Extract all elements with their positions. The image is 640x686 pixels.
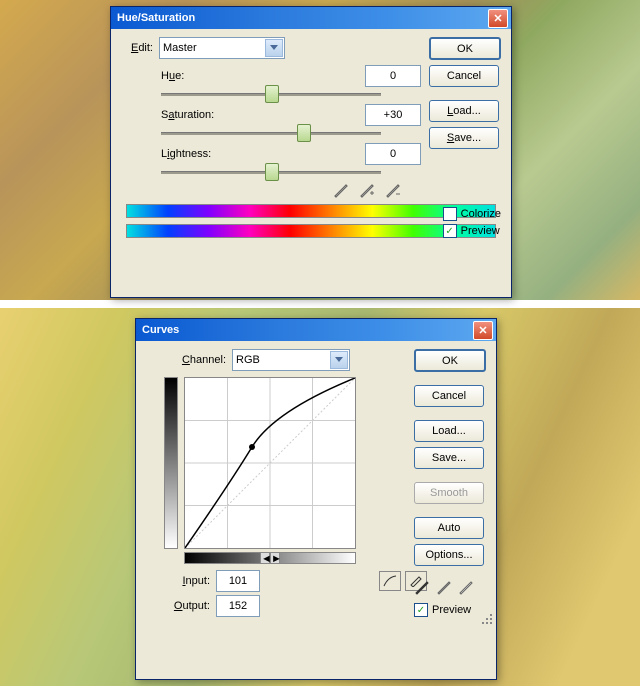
edit-select[interactable]: Master (159, 37, 285, 59)
curve-mode-icon[interactable] (379, 571, 401, 591)
curve-graph[interactable] (184, 377, 356, 549)
load-button[interactable]: Load... (429, 100, 499, 122)
eyedropper-minus-icon[interactable] (385, 182, 401, 198)
dialog-title: Curves (142, 324, 473, 336)
titlebar[interactable]: Curves ✕ (136, 319, 496, 341)
cancel-button[interactable]: Cancel (429, 65, 499, 87)
eyedropper-plus-icon[interactable] (359, 182, 375, 198)
options-button[interactable]: Options... (414, 544, 484, 566)
smooth-button: Smooth (414, 482, 484, 504)
dialog-title: Hue/Saturation (117, 12, 488, 24)
slider-thumb[interactable] (265, 85, 279, 103)
preview-checkbox[interactable]: ✓ Preview (443, 224, 501, 238)
hue-slider[interactable] (161, 93, 381, 96)
input-value[interactable] (216, 570, 260, 592)
saturation-input[interactable] (365, 104, 421, 126)
lightness-input[interactable] (365, 143, 421, 165)
colorize-label: Colorize (461, 208, 501, 220)
curves-dialog: Curves ✕ OK Cancel Load... Save... Smoot… (135, 318, 497, 680)
load-button[interactable]: Load... (414, 420, 484, 442)
slider-thumb[interactable] (265, 163, 279, 181)
hue-label: Hue: (161, 70, 237, 82)
hue-spectrum-result (126, 224, 496, 238)
midpoint-handles[interactable]: ◄► (260, 552, 280, 564)
close-icon[interactable]: ✕ (488, 9, 508, 28)
colorize-checkbox[interactable]: Colorize (443, 207, 501, 221)
checkbox-icon: ✓ (414, 603, 428, 617)
slider-thumb[interactable] (297, 124, 311, 142)
hue-saturation-dialog: Hue/Saturation ✕ OK Cancel Load... Save.… (110, 6, 512, 298)
eyedropper-black-icon[interactable] (414, 579, 430, 595)
resize-grip-icon[interactable] (480, 612, 494, 626)
checkbox-icon (443, 207, 457, 221)
lightness-slider[interactable] (161, 171, 381, 174)
chevron-down-icon[interactable] (265, 39, 283, 57)
input-gradient: ◄► (184, 552, 356, 564)
close-icon[interactable]: ✕ (473, 321, 493, 340)
preview-label: Preview (432, 604, 471, 616)
channel-label: Channel: (176, 354, 232, 366)
hue-input[interactable] (365, 65, 421, 87)
separator (0, 300, 640, 308)
eyedropper-gray-icon[interactable] (436, 579, 452, 595)
auto-button[interactable]: Auto (414, 517, 484, 539)
edit-label: Edit: (121, 42, 159, 54)
chevron-down-icon[interactable] (330, 351, 348, 369)
ok-button[interactable]: OK (414, 349, 486, 372)
saturation-slider[interactable] (161, 132, 381, 135)
cancel-button[interactable]: Cancel (414, 385, 484, 407)
dialog-buttons: OK Cancel Load... Save... (429, 37, 501, 154)
output-label: Output: (164, 600, 216, 612)
eyedropper-icon[interactable] (333, 182, 349, 198)
channel-select[interactable]: RGB (232, 349, 350, 371)
saturation-label: Saturation: (161, 109, 237, 121)
channel-value: RGB (236, 354, 260, 366)
output-value[interactable] (216, 595, 260, 617)
hue-spectrum (126, 204, 496, 218)
preview-label: Preview (461, 225, 500, 237)
edit-value: Master (163, 42, 197, 54)
checkbox-icon: ✓ (443, 224, 457, 238)
output-gradient (164, 377, 178, 549)
titlebar[interactable]: Hue/Saturation ✕ (111, 7, 511, 29)
save-button[interactable]: Save... (429, 127, 499, 149)
input-label: Input: (164, 575, 216, 587)
preview-checkbox[interactable]: ✓ Preview (414, 603, 486, 617)
eyedropper-white-icon[interactable] (458, 579, 474, 595)
lightness-label: Lightness: (161, 148, 237, 160)
dialog-buttons: OK Cancel Load... Save... Smooth Auto Op… (414, 349, 486, 620)
ok-button[interactable]: OK (429, 37, 501, 60)
save-button[interactable]: Save... (414, 447, 484, 469)
